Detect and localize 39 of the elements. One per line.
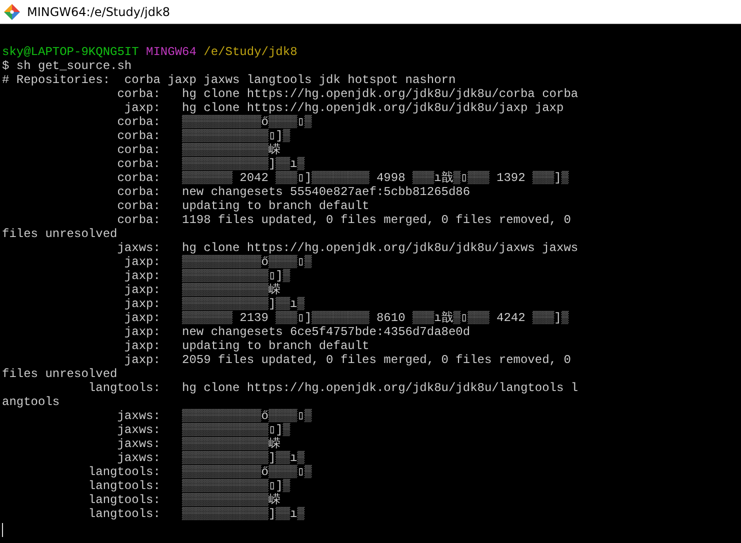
- app-logo-icon: [4, 4, 20, 20]
- prompt-user: sky@LAPTOP-9KQNG5IT: [2, 45, 139, 59]
- prompt-path: /e/Study/jdk8: [204, 45, 298, 59]
- terminal-line: corba: ▒▒▒▒▒▒▒▒▒▒▒ő▒▒▒▒▯▒: [116, 115, 313, 129]
- terminal-line: corba: updating to branch default: [116, 199, 370, 213]
- terminal-line: corba: ▒▒▒▒▒▒▒▒▒▒▒▒▯]▒: [116, 129, 292, 143]
- terminal-line: jaxws: ▒▒▒▒▒▒▒▒▒▒▒▒▯]▒: [116, 423, 292, 437]
- terminal-line: langtools: ▒▒▒▒▒▒▒▒▒▒▒▒▯]▒: [87, 479, 292, 493]
- terminal-line: files unresolved: [2, 227, 118, 241]
- text-cursor: [2, 523, 3, 537]
- terminal-line: langtools: hg clone https://hg.openjdk.org/jdk8u/jdk8u/langtools l: [87, 381, 580, 395]
- terminal-line: jaxws: ▒▒▒▒▒▒▒▒▒▒▒ő▒▒▒▒▯▒: [116, 409, 313, 423]
- terminal-line: jaxws: ▒▒▒▒▒▒▒▒▒▒▒▒]▒▒ı▒: [116, 451, 306, 465]
- terminal-line: corba: ▒▒▒▒▒▒▒ 2042 ▒▒▒▯]▒▒▒▒▒▒▒▒ 4998 ▒▒▒ı戠▒▯▒▒▒ 1392 ▒▒▒]▒: [116, 171, 570, 185]
- terminal-line: $ sh get_source.sh: [2, 59, 133, 73]
- terminal-line: angtools: [2, 395, 61, 409]
- terminal-line: jaxws: hg clone https://hg.openjdk.org/jdk8u/jdk8u/jaxws jaxws: [116, 241, 580, 255]
- terminal-line: langtools: ▒▒▒▒▒▒▒▒▒▒▒▒嵘: [87, 493, 282, 507]
- terminal-line: # Repositories: corba jaxp jaxws langtools jdk hotspot nashorn: [2, 73, 457, 87]
- terminal-line: langtools: ▒▒▒▒▒▒▒▒▒▒▒▒]▒▒ı▒: [87, 507, 306, 521]
- terminal-line: jaxp: 2059 files updated, 0 files merged, 0 files removed, 0: [123, 353, 572, 367]
- terminal-line: files unresolved: [2, 367, 118, 381]
- terminal-line: corba: ▒▒▒▒▒▒▒▒▒▒▒▒]▒▒ı▒: [116, 157, 306, 171]
- terminal-line: jaxp: ▒▒▒▒▒▒▒▒▒▒▒▒嵘: [123, 283, 282, 297]
- terminal-line: jaxp: ▒▒▒▒▒▒▒ 2139 ▒▒▒▯]▒▒▒▒▒▒▒▒ 8610 ▒▒▒ı戠▒▯▒▒▒ 4242 ▒▒▒]▒: [123, 311, 570, 325]
- terminal-line: langtools: ▒▒▒▒▒▒▒▒▒▒▒ő▒▒▒▒▯▒: [87, 465, 313, 479]
- prompt-host: MINGW64: [146, 45, 196, 59]
- terminal-line: jaxp: updating to branch default: [123, 339, 370, 353]
- terminal-line: jaxp: ▒▒▒▒▒▒▒▒▒▒▒▒]▒▒ı▒: [123, 297, 306, 311]
- terminal-line: corba: new changesets 55540e827aef:5cbb81265d86: [116, 185, 472, 199]
- terminal-line: corba: ▒▒▒▒▒▒▒▒▒▒▒▒嵘: [116, 143, 282, 157]
- terminal-line: corba: hg clone https://hg.openjdk.org/jdk8u/jdk8u/corba corba: [116, 87, 580, 101]
- terminal-line: jaxp: new changesets 6ce5f4757bde:4356d7da8e0d: [123, 325, 472, 339]
- terminal-line: corba: 1198 files updated, 0 files merged, 0 files removed, 0: [116, 213, 572, 227]
- terminal-line: jaxp: hg clone https://hg.openjdk.org/jdk8u/jdk8u/jaxp jaxp: [123, 101, 565, 115]
- terminal-line: jaxp: ▒▒▒▒▒▒▒▒▒▒▒▒▯]▒: [123, 269, 292, 283]
- terminal-line: jaxp: ▒▒▒▒▒▒▒▒▒▒▒ő▒▒▒▒▯▒: [123, 255, 313, 269]
- terminal-line: jaxws: ▒▒▒▒▒▒▒▒▒▒▒▒嵘: [116, 437, 282, 451]
- window-title: MINGW64:/e/Study/jdk8: [27, 4, 170, 18]
